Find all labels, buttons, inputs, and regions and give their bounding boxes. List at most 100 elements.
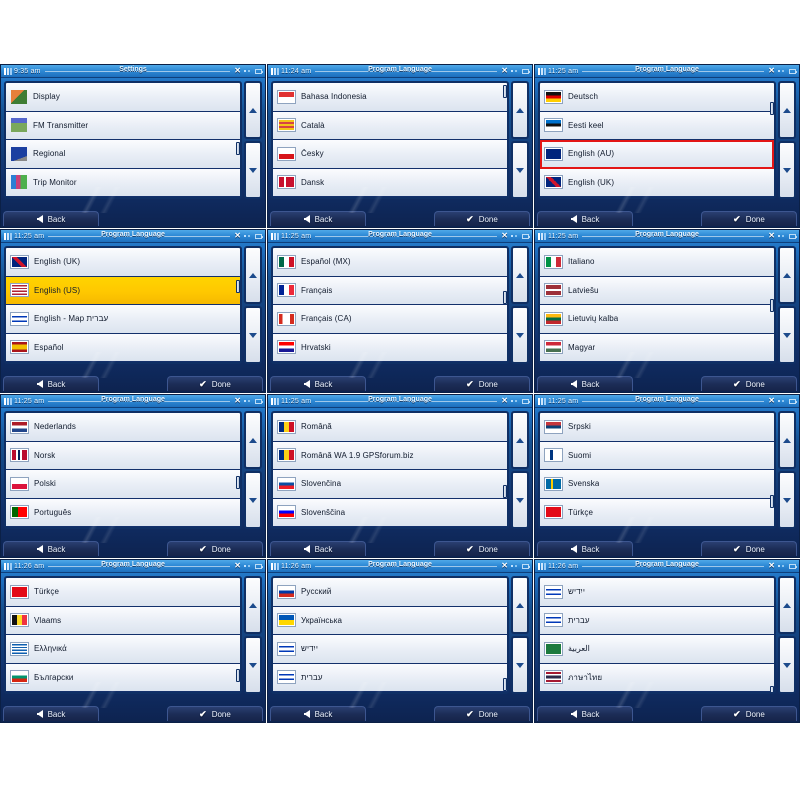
list-item[interactable]: Français (CA): [273, 305, 507, 334]
scroll-up-button[interactable]: [511, 246, 529, 304]
scrollbar-thumb[interactable]: [770, 495, 774, 509]
scroll-down-button[interactable]: [778, 636, 796, 694]
back-button[interactable]: Back: [270, 211, 366, 226]
list-item[interactable]: Norsk: [6, 441, 240, 470]
list-item[interactable]: Magyar: [540, 333, 774, 362]
done-button[interactable]: ✔ Done: [434, 541, 530, 556]
list-item[interactable]: Vlaams: [6, 606, 240, 635]
done-button[interactable]: ✔ Done: [167, 376, 263, 391]
list-item[interactable]: עברית: [273, 663, 507, 692]
scroll-down-button[interactable]: [778, 306, 796, 364]
list-item[interactable]: Svenska: [540, 470, 774, 499]
done-button[interactable]: ✔ Done: [701, 541, 797, 556]
list-item[interactable]: Română WA 1.9 GPSforum.biz: [273, 441, 507, 470]
list-item[interactable]: Suomi: [540, 441, 774, 470]
done-button[interactable]: ✔ Done: [434, 376, 530, 391]
list-item[interactable]: Trip Monitor: [6, 168, 240, 197]
back-button[interactable]: Back: [270, 541, 366, 556]
list-item[interactable]: Slovenščina: [273, 498, 507, 527]
scroll-down-button[interactable]: [244, 306, 262, 364]
list-item[interactable]: Hrvatski: [273, 333, 507, 362]
scroll-up-button[interactable]: [244, 411, 262, 469]
list-item[interactable]: Display: [6, 83, 240, 112]
back-button[interactable]: Back: [3, 706, 99, 721]
scroll-down-button[interactable]: [244, 141, 262, 199]
list-item[interactable]: Polski: [6, 470, 240, 499]
scroll-down-button[interactable]: [244, 471, 262, 529]
scrollbar-thumb[interactable]: [503, 484, 507, 498]
scroll-up-button[interactable]: [511, 576, 529, 634]
back-button[interactable]: Back: [537, 376, 633, 391]
done-button[interactable]: ✔ Done: [701, 706, 797, 721]
list-item[interactable]: English (UK): [540, 168, 774, 197]
scroll-down-button[interactable]: [511, 141, 529, 199]
list-item[interactable]: ภาษาไทย: [540, 663, 774, 692]
scrollbar-thumb[interactable]: [236, 279, 240, 293]
list-item[interactable]: Italiano: [540, 248, 774, 277]
back-button[interactable]: Back: [270, 706, 366, 721]
list-item[interactable]: Deutsch: [540, 83, 774, 112]
scroll-down-button[interactable]: [778, 471, 796, 529]
scroll-up-button[interactable]: [244, 246, 262, 304]
list-item[interactable]: Dansk: [273, 168, 507, 197]
done-button[interactable]: ✔ Done: [167, 706, 263, 721]
list-item[interactable]: Català: [273, 111, 507, 140]
list-item[interactable]: עברית: [540, 606, 774, 635]
scroll-up-button[interactable]: [778, 246, 796, 304]
scroll-down-button[interactable]: [778, 141, 796, 199]
scrollbar-thumb[interactable]: [236, 142, 240, 156]
list-item[interactable]: Nederlands: [6, 413, 240, 442]
list-item[interactable]: Português: [6, 498, 240, 527]
scroll-down-button[interactable]: [244, 636, 262, 694]
list-item[interactable]: Bahasa Indonesia: [273, 83, 507, 112]
done-button[interactable]: ✔ Done: [701, 376, 797, 391]
scroll-up-button[interactable]: [778, 411, 796, 469]
scrollbar-thumb[interactable]: [236, 669, 240, 683]
scroll-down-button[interactable]: [511, 306, 529, 364]
scrollbar-thumb[interactable]: [236, 475, 240, 489]
back-button[interactable]: Back: [3, 211, 99, 226]
list-item[interactable]: Español: [6, 333, 240, 362]
back-button[interactable]: Back: [3, 541, 99, 556]
list-item[interactable]: Ελληνικά: [6, 635, 240, 664]
list-item[interactable]: Türkçe: [6, 578, 240, 607]
scroll-up-button[interactable]: [778, 81, 796, 139]
list-item[interactable]: Eesti keel: [540, 111, 774, 140]
list-item[interactable]: FM Transmitter: [6, 111, 240, 140]
scrollbar-thumb[interactable]: [503, 85, 507, 99]
scroll-up-button[interactable]: [244, 576, 262, 634]
list-item[interactable]: English (US): [6, 276, 240, 305]
done-button[interactable]: ✔ Done: [434, 211, 530, 226]
list-item[interactable]: العربية: [540, 635, 774, 664]
done-button[interactable]: ✔ Done: [701, 211, 797, 226]
back-button[interactable]: Back: [537, 706, 633, 721]
list-item[interactable]: English (UK): [6, 248, 240, 277]
list-item[interactable]: ייִדיש: [540, 578, 774, 607]
list-item[interactable]: Latviešu: [540, 276, 774, 305]
back-button[interactable]: Back: [270, 376, 366, 391]
back-button[interactable]: Back: [3, 376, 99, 391]
list-item[interactable]: Slovenčina: [273, 470, 507, 499]
list-item[interactable]: Srpski: [540, 413, 774, 442]
list-item[interactable]: Español (MX): [273, 248, 507, 277]
list-item[interactable]: English (AU): [540, 140, 774, 169]
done-button[interactable]: ✔ Done: [434, 706, 530, 721]
scrollbar-thumb[interactable]: [770, 299, 774, 313]
scroll-up-button[interactable]: [511, 411, 529, 469]
list-item[interactable]: Română: [273, 413, 507, 442]
list-item[interactable]: Українська: [273, 606, 507, 635]
list-item[interactable]: Lietuvių kalba: [540, 305, 774, 334]
done-button[interactable]: ✔ Done: [167, 541, 263, 556]
scrollbar-thumb[interactable]: [503, 291, 507, 305]
list-item[interactable]: ייִדיש: [273, 635, 507, 664]
back-button[interactable]: Back: [537, 541, 633, 556]
scrollbar-thumb[interactable]: [770, 102, 774, 116]
list-item[interactable]: Regional: [6, 140, 240, 169]
scroll-down-button[interactable]: [511, 636, 529, 694]
list-item[interactable]: English - Map עברית: [6, 305, 240, 334]
list-item[interactable]: Български: [6, 663, 240, 692]
list-item[interactable]: Français: [273, 276, 507, 305]
list-item[interactable]: Česky: [273, 140, 507, 169]
scroll-up-button[interactable]: [244, 81, 262, 139]
list-item[interactable]: Türkçe: [540, 498, 774, 527]
